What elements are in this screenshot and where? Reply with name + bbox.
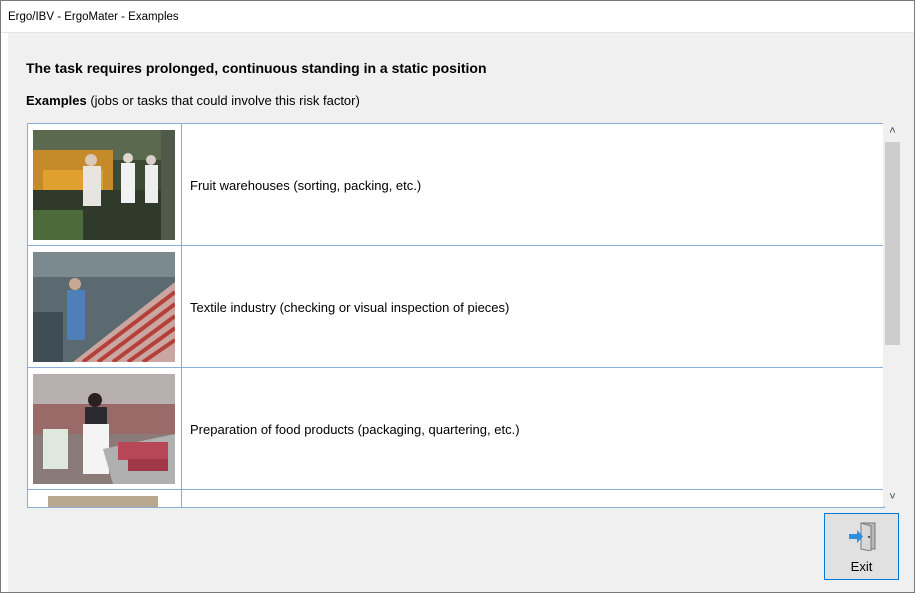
vertical-scrollbar[interactable]: ˄ ˅ bbox=[883, 123, 902, 506]
examples-window: Ergo/IBV - ErgoMater - Examples The task… bbox=[0, 0, 915, 593]
list-item[interactable]: Preparation of food products (packaging,… bbox=[28, 368, 884, 490]
exit-button-label: Exit bbox=[850, 559, 873, 574]
scroll-thumb[interactable] bbox=[885, 142, 900, 345]
thumbnail-cell bbox=[28, 490, 182, 507]
list-item[interactable]: Textile industry (checking or visual ins… bbox=[28, 246, 884, 368]
exit-button[interactable]: Exit bbox=[824, 513, 899, 580]
photo-textile-industry bbox=[33, 252, 175, 362]
page-title: The task requires prolonged, continuous … bbox=[26, 60, 487, 76]
left-edge bbox=[1, 33, 8, 592]
list-item[interactable]: Fruit warehouses (sorting, packing, etc.… bbox=[28, 124, 884, 246]
examples-list[interactable]: Fruit warehouses (sorting, packing, etc.… bbox=[27, 123, 885, 508]
list-item-label: Textile industry (checking or visual ins… bbox=[190, 300, 510, 315]
scroll-down-arrow-icon[interactable]: ˅ bbox=[883, 489, 902, 506]
list-item-label: Fruit warehouses (sorting, packing, etc.… bbox=[190, 178, 422, 193]
thumbnail-cell bbox=[28, 124, 182, 245]
list-item[interactable] bbox=[28, 490, 884, 507]
title-bar: Ergo/IBV - ErgoMater - Examples bbox=[1, 1, 914, 33]
exit-door-icon bbox=[849, 522, 876, 551]
window-title: Ergo/IBV - ErgoMater - Examples bbox=[8, 11, 179, 23]
photo-food-preparation bbox=[33, 374, 175, 484]
examples-subheading: Examples (jobs or tasks that could invol… bbox=[26, 93, 360, 108]
examples-label: Examples bbox=[26, 93, 87, 108]
photo-partial bbox=[33, 496, 175, 507]
thumbnail-cell bbox=[28, 368, 182, 489]
scroll-up-arrow-icon[interactable]: ˄ bbox=[883, 123, 902, 140]
list-item-label: Preparation of food products (packaging,… bbox=[190, 422, 520, 437]
examples-description: (jobs or tasks that could involve this r… bbox=[90, 93, 360, 108]
thumbnail-cell bbox=[28, 246, 182, 367]
photo-fruit-warehouse bbox=[33, 130, 175, 240]
